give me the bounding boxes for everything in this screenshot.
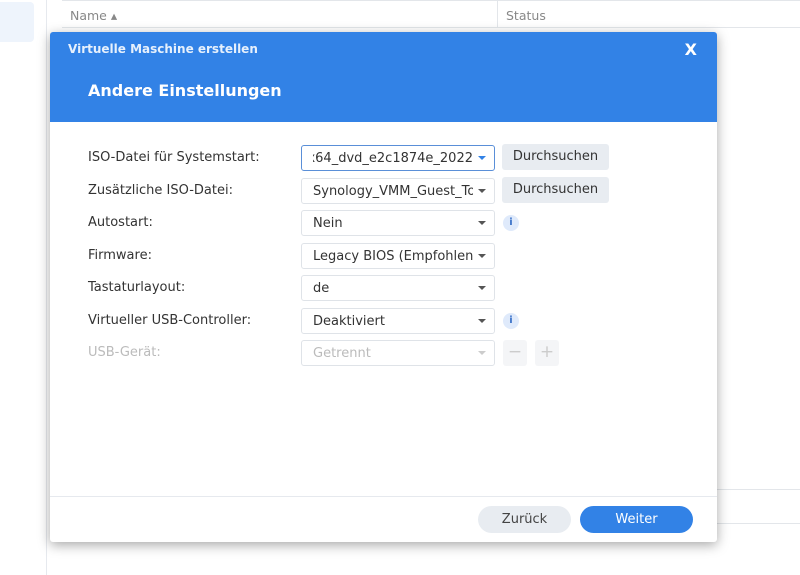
chevron-down-icon [478, 156, 486, 160]
chevron-down-icon [478, 319, 486, 323]
field-label: Autostart: [88, 215, 153, 230]
select-value: Legacy BIOS (Empfohlen) [313, 249, 473, 264]
select-value: 2022_x64_dvd_e2c1874e [313, 151, 473, 166]
select-value: Synology_VMM_Guest_Tool [313, 184, 473, 199]
column-divider [497, 1, 498, 28]
dialog-header: Virtuelle Maschine erstellen X Andere Ei… [50, 32, 717, 122]
autostart-select[interactable]: Nein [301, 210, 495, 236]
chevron-down-icon [478, 189, 486, 193]
step-title: Andere Einstellungen [88, 81, 282, 100]
sidebar-divider [46, 0, 47, 575]
row-firmware: Firmware: Legacy BIOS (Empfohlen) [50, 243, 717, 269]
next-button[interactable]: Weiter [580, 506, 693, 533]
field-label: ISO-Datei für Systemstart: [88, 150, 260, 165]
row-keyboard: Tastaturlayout: de [50, 275, 717, 301]
boot-iso-select[interactable]: 2022_x64_dvd_e2c1874e [301, 145, 495, 171]
field-label: Tastaturlayout: [88, 280, 186, 295]
field-label: Zusätzliche ISO-Datei: [88, 183, 233, 198]
row-extra-iso: Zusätzliche ISO-Datei: Synology_VMM_Gues… [50, 177, 717, 204]
info-icon[interactable]: i [503, 313, 519, 329]
select-value: de [313, 281, 330, 296]
browse-extra-iso-button[interactable]: Durchsuchen [502, 177, 609, 203]
plus-button: + [535, 340, 559, 366]
column-name[interactable]: Name ▴ [70, 8, 117, 23]
usb-device-select: Getrennt [301, 340, 495, 366]
table-header: Name ▴ Status [62, 0, 800, 28]
info-icon[interactable]: i [503, 215, 519, 231]
chevron-down-icon [478, 254, 486, 258]
firmware-select[interactable]: Legacy BIOS (Empfohlen) [301, 243, 495, 269]
select-value: Getrennt [313, 346, 371, 361]
field-label: Firmware: [88, 248, 152, 263]
select-value: Deaktiviert [313, 314, 385, 329]
browse-boot-iso-button[interactable]: Durchsuchen [502, 144, 609, 170]
keyboard-layout-select[interactable]: de [301, 275, 495, 301]
row-boot-iso: ISO-Datei für Systemstart: 2022_x64_dvd_… [50, 144, 717, 171]
bg-divider [717, 489, 800, 490]
extra-iso-select[interactable]: Synology_VMM_Guest_Tool [301, 178, 495, 204]
close-icon[interactable]: X [685, 40, 697, 59]
row-autostart: Autostart: Nein i [50, 210, 717, 236]
dialog-footer: Zurück Weiter [50, 496, 717, 542]
field-label: Virtueller USB-Controller: [88, 313, 252, 328]
bg-divider [717, 523, 800, 524]
back-button[interactable]: Zurück [478, 506, 571, 533]
minus-button: − [503, 340, 527, 366]
field-label: USB-Gerät: [88, 345, 161, 360]
dialog-title: Virtuelle Maschine erstellen [68, 42, 258, 56]
sidebar-selected-item[interactable] [0, 2, 34, 42]
chevron-down-icon [478, 351, 486, 355]
row-usb-device: USB-Gerät: Getrennt − + [50, 340, 717, 366]
select-value: Nein [313, 216, 343, 231]
column-status[interactable]: Status [506, 8, 546, 23]
create-vm-dialog: Virtuelle Maschine erstellen X Andere Ei… [50, 32, 717, 542]
chevron-down-icon [478, 221, 486, 225]
usb-controller-select[interactable]: Deaktiviert [301, 308, 495, 334]
chevron-down-icon [478, 286, 486, 290]
row-usb-controller: Virtueller USB-Controller: Deaktiviert i [50, 308, 717, 334]
